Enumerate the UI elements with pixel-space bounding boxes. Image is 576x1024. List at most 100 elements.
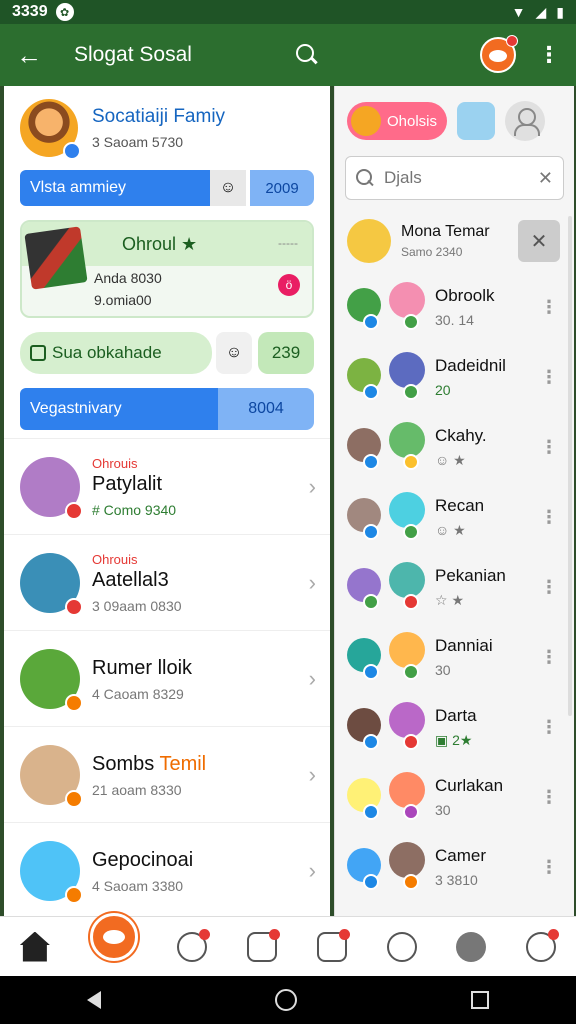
settings-icon[interactable]	[526, 928, 560, 962]
badge-icon	[363, 454, 379, 470]
contact-list: Ohrouis Patylalit # Como 9340 › Ohrouis …	[4, 438, 330, 916]
activity-icon[interactable]	[247, 928, 281, 962]
notification-icon: ✿	[55, 3, 74, 21]
recents-icon[interactable]	[471, 991, 489, 1009]
contact-row[interactable]: Gepocinoai 4 Saoam 3380 ›	[4, 822, 330, 916]
wifi-icon: ▼	[511, 4, 526, 20]
status-badge-icon	[65, 693, 83, 712]
friend-avatar	[389, 492, 425, 528]
profile-header[interactable]: Socatiaiji Famiy 3 Saoam 5730	[4, 86, 330, 170]
friend-row[interactable]: Obroolk 30. 14 ⋮	[335, 272, 574, 342]
activity-row[interactable]: Vlsta ammiey ☺ 2009	[20, 170, 314, 206]
contact-tag: Ohrouis	[92, 551, 138, 567]
group-thumbnail	[24, 226, 88, 290]
contact-row[interactable]: Ohrouis Patylalit # Como 9340 ›	[4, 438, 330, 534]
notification-badge	[506, 35, 518, 47]
friend-row[interactable]: Dadeidnil 20 ⋮	[335, 342, 574, 412]
friend-row[interactable]: Darta ▣ 2★ ⋮	[335, 692, 574, 762]
more-icon[interactable]: ⋮	[540, 647, 558, 668]
chevron-right-icon: ›	[308, 665, 316, 691]
friend-row[interactable]: Camer 3 3810 ⋮	[335, 832, 574, 902]
activity-count: 2009	[250, 170, 314, 206]
friend-row[interactable]: Curlakan 30 ⋮	[335, 762, 574, 832]
friend-list: Obroolk 30. 14 ⋮ Dadeidnil 20 ⋮ Ckahy. ☺ ★ …	[335, 272, 574, 902]
friend-row[interactable]: Ckahy. ☺ ★ ⋮	[335, 412, 574, 482]
badge-icon	[403, 804, 419, 820]
friend-sub: 20	[435, 382, 451, 398]
friend-avatar	[347, 219, 391, 263]
scrollbar[interactable]	[568, 216, 572, 716]
more-icon[interactable]: ⋮	[540, 297, 558, 318]
profile-avatar	[20, 99, 81, 160]
search-icon	[356, 169, 374, 187]
more-icon[interactable]: ⋮	[540, 717, 558, 738]
search-icon[interactable]	[294, 42, 320, 68]
home-icon[interactable]	[19, 931, 50, 962]
more-icon[interactable]: ⋮	[540, 367, 558, 388]
contact-row[interactable]: Ohrouis Aatellal3 3 09aam 0830 ›	[4, 534, 330, 630]
clear-icon[interactable]: ✕	[538, 168, 553, 189]
blue-action-row[interactable]: Vegastnivary 8004	[20, 388, 314, 430]
mascot-icon[interactable]	[89, 912, 138, 961]
community-icon[interactable]	[456, 931, 487, 962]
more-icon[interactable]: ⋮	[540, 507, 558, 528]
badge-icon	[363, 874, 379, 890]
more-icon[interactable]: ⋮	[540, 437, 558, 458]
more-icon[interactable]: ⋮	[540, 577, 558, 598]
checkbox-icon[interactable]	[30, 345, 46, 361]
contact-row[interactable]: Sombs Temil 21 aoam 8330 ›	[4, 726, 330, 822]
more-vert-icon[interactable]: ⋮	[538, 42, 560, 68]
user-profile-icon[interactable]	[505, 101, 546, 141]
back-arrow-icon[interactable]: ←	[16, 40, 48, 71]
game-icon[interactable]	[316, 928, 350, 962]
contact-name: Patylalit	[92, 472, 163, 495]
badge-icon	[403, 664, 419, 680]
status-badge-icon	[65, 789, 83, 808]
profile-icon[interactable]	[386, 931, 417, 962]
suggested-friend[interactable]: Mona Temar Samo 2340 ✕	[335, 210, 574, 272]
home-circle-icon[interactable]	[275, 989, 297, 1011]
friend-name: Dadeidnil	[435, 356, 506, 375]
friend-search[interactable]: ✕	[345, 156, 564, 200]
chat-icon[interactable]	[177, 928, 211, 962]
friend-sub: Samo 2340	[401, 245, 463, 259]
chevron-right-icon: ›	[308, 569, 316, 595]
friend-name: Pekanian	[435, 565, 506, 585]
friend-row[interactable]: Pekanian ☆ ★ ⋮	[335, 552, 574, 622]
friend-row[interactable]: Recan ☺ ★ ⋮	[335, 482, 574, 552]
more-icon[interactable]: ⋮	[540, 857, 558, 878]
friend-name: Ckahy.	[435, 425, 487, 445]
contact-row[interactable]: Rumer lloik 4 Caoam 8329 ›	[4, 630, 330, 726]
badge-icon	[403, 734, 419, 750]
friend-name: Mona Temar	[401, 223, 490, 240]
profile-name: Socatiaiji Famiy	[92, 106, 226, 127]
avatar-chip[interactable]	[457, 102, 496, 140]
more-icon[interactable]: ⋮	[540, 787, 558, 808]
signal-icon: ◢	[535, 3, 547, 20]
badge-icon	[403, 384, 419, 400]
story-chip[interactable]: Oholsis	[347, 102, 448, 140]
notification-badge	[199, 928, 211, 940]
status-badge-icon	[65, 597, 83, 616]
contact-sub: 3 09aam 0830	[92, 597, 182, 614]
contact-name: Aatellal3	[92, 568, 169, 591]
mascot-notification-icon[interactable]	[480, 35, 518, 73]
group-card[interactable]: Ohroul ★ ----- Anda 8030 9.omia00 ö	[20, 220, 314, 318]
contact-avatar	[20, 552, 83, 616]
badge-icon	[363, 314, 379, 330]
friend-avatar	[389, 842, 425, 878]
green-row-count: 239	[258, 332, 314, 374]
contact-avatar	[20, 456, 83, 520]
contact-name-highlight: Temil	[159, 753, 207, 775]
close-icon[interactable]: ✕	[518, 220, 560, 262]
friend-row[interactable]: Danniai 30 ⋮	[335, 622, 574, 692]
group-badge-icon[interactable]: ö	[278, 274, 300, 296]
friend-sub: ☺ ★	[435, 451, 466, 468]
contact-name: Sombs	[92, 753, 155, 775]
badge-icon	[363, 664, 379, 680]
friend-sub: ☺ ★	[435, 521, 466, 538]
right-pane: Oholsis ✕ Mona Temar Samo 2340 ✕ Obroolk…	[334, 86, 574, 916]
green-action-row[interactable]: Sua obkahade ☺ 239	[20, 332, 314, 374]
friend-search-input[interactable]	[384, 168, 538, 188]
back-icon[interactable]	[87, 991, 101, 1009]
